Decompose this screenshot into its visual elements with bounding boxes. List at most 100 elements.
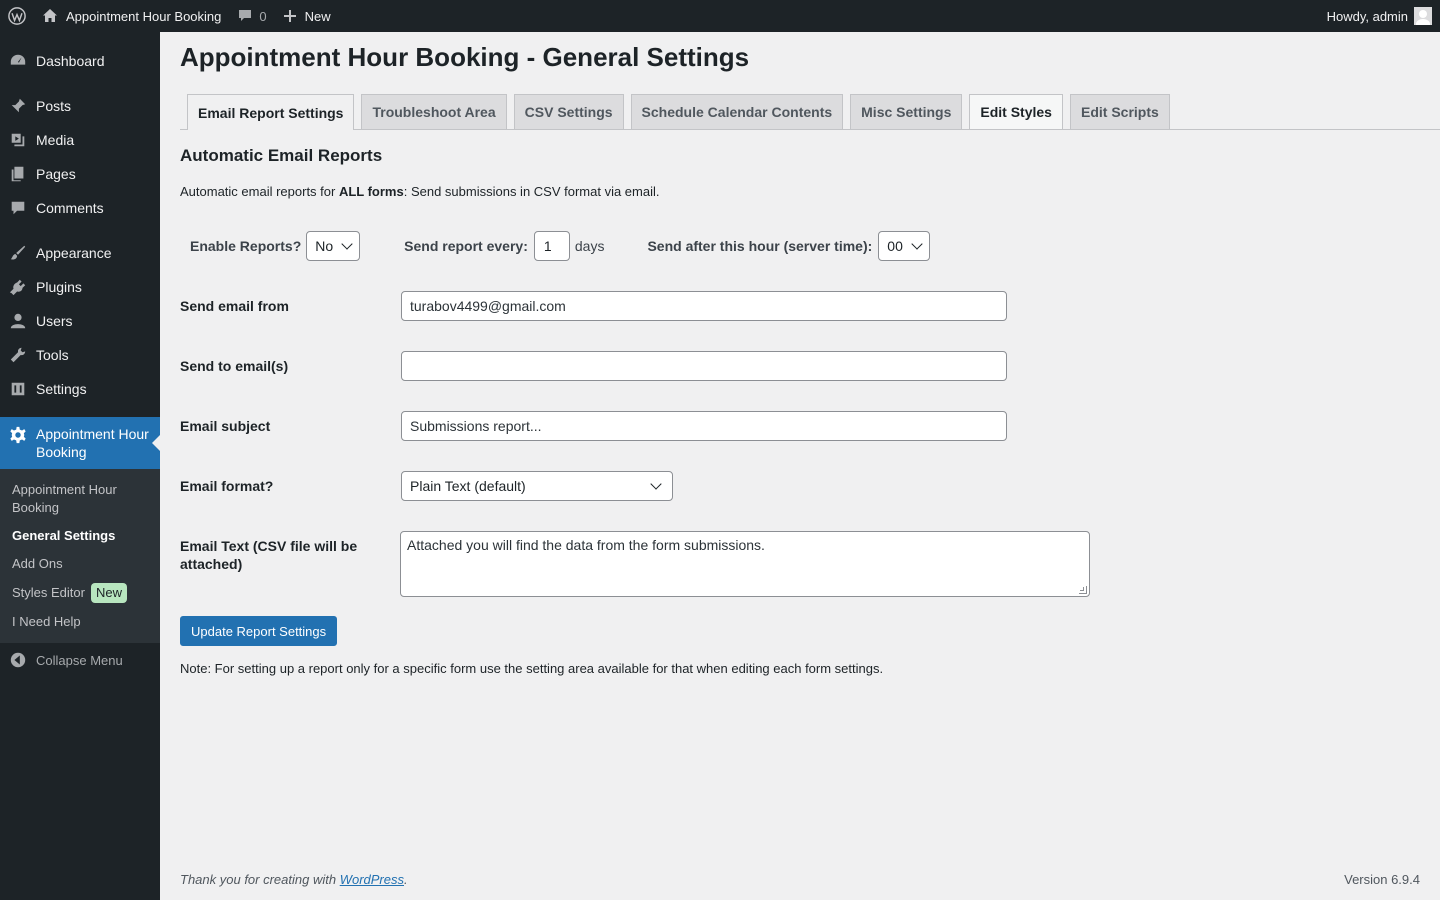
submenu-item[interactable]: Add Ons [0,550,160,578]
chevron-down-icon [650,478,662,490]
new-badge: New [90,583,127,603]
comment-icon [8,198,28,218]
avatar [1414,7,1432,25]
wrench-icon [8,345,28,365]
submenu-label: Add Ons [12,556,63,571]
menu-pages[interactable]: Pages [0,157,160,191]
menu-label: Users [36,313,73,329]
menu-label: Pages [36,166,76,182]
select-value: Plain Text (default) [410,478,526,494]
footer-suffix: . [404,872,408,887]
menu-media[interactable]: Media [0,123,160,157]
submenu-label: I Need Help [12,614,81,629]
menu-posts[interactable]: Posts [0,89,160,123]
menu-settings[interactable]: Settings [0,372,160,406]
report-days-input[interactable]: 1 [533,231,570,261]
send-from-label: Send email from [180,298,289,314]
desc-bold: ALL forms [338,184,404,199]
submenu-label: Styles Editor [12,585,85,600]
wordpress-logo-icon[interactable] [0,0,34,32]
page-title: Appointment Hour Booking - General Setti… [180,42,750,72]
submenu-item[interactable]: Appointment Hour Booking [0,476,150,522]
menu-comments[interactable]: Comments [0,191,160,225]
footer-thanks: Thank you for creating with WordPress. [180,872,408,887]
new-content-link[interactable]: New [275,0,339,32]
collapse-icon [8,650,28,670]
report-schedule-row: Enable Reports? No Send report every: 1 … [190,231,930,261]
section-description: Automatic email reports for ALL forms: S… [180,184,660,199]
menu-label: Media [36,132,75,148]
tab-edit-styles[interactable]: Edit Styles [969,94,1063,129]
days-unit: days [574,238,605,254]
pages-icon [8,164,28,184]
textarea-value: Attached you will find the data from the… [407,537,765,553]
email-text-label: Email Text (CSV file will be attached) [180,538,358,572]
submenu-item[interactable]: Styles Editor New [0,578,160,608]
submenu-item-current[interactable]: General Settings [0,522,160,550]
email-format-label: Email format? [180,478,274,494]
menu-label: Plugins [36,279,82,295]
admin-sidebar: Dashboard Posts Media Pages Comments App… [0,32,160,900]
comment-bubble-icon [237,8,253,24]
send-from-input[interactable]: turabov4499@gmail.com [401,291,1007,321]
submenu: Appointment Hour Booking General Setting… [0,469,160,643]
collapse-menu-button[interactable]: Collapse Menu [0,643,160,677]
email-subject-label: Email subject [180,418,271,434]
tab-troubleshoot-area[interactable]: Troubleshoot Area [361,94,507,129]
menu-users[interactable]: Users [0,304,160,338]
menu-label: Appointment Hour Booking [36,426,149,460]
settings-icon [8,379,28,399]
collapse-label: Collapse Menu [36,652,123,668]
desc-prefix: Automatic email reports for [180,184,339,199]
email-subject-input[interactable]: Submissions report... [401,411,1007,441]
tab-email-report-settings[interactable]: Email Report Settings [187,94,355,130]
menu-label: Appearance [36,245,112,261]
comments-link[interactable]: 0 [229,0,274,32]
dashboard-icon [8,51,28,71]
update-report-settings-button[interactable]: Update Report Settings [180,616,338,646]
media-icon [8,130,28,150]
menu-label: Dashboard [36,53,105,69]
send-every-label: Send report every: [404,238,528,254]
menu-tools[interactable]: Tools [0,338,160,372]
admin-bar: Appointment Hour Booking 0 New Howdy, ad… [0,0,1440,32]
resize-handle-icon[interactable] [1079,586,1087,594]
site-name-link[interactable]: Appointment Hour Booking [34,0,229,32]
menu-dashboard[interactable]: Dashboard [0,44,160,78]
howdy-text: Howdy, admin [1326,8,1408,24]
note-text: Note: For setting up a report only for a… [180,661,884,676]
tab-misc-settings[interactable]: Misc Settings [850,94,963,129]
plugin-icon [8,277,28,297]
menu-appearance[interactable]: Appearance [0,236,160,270]
main-content: Appointment Hour Booking - General Setti… [160,32,1440,900]
send-hour-label: Send after this hour (server time): [647,238,873,254]
tab-schedule-calendar-contents[interactable]: Schedule Calendar Contents [630,94,844,129]
tab-csv-settings[interactable]: CSV Settings [513,94,624,129]
section-title: Automatic Email Reports [180,146,383,165]
send-to-input[interactable] [401,351,1007,381]
user-icon [8,311,28,331]
menu-label: Posts [36,98,72,114]
submenu-item[interactable]: I Need Help [0,608,160,636]
gear-icon [8,425,28,445]
email-format-select[interactable]: Plain Text (default) [401,471,673,501]
chevron-down-icon [911,238,923,250]
comments-count: 0 [259,8,267,24]
send-hour-select[interactable]: 00 [878,231,930,261]
settings-tabs: Email Report Settings Troubleshoot Area … [180,94,1440,130]
enable-reports-select[interactable]: No [306,231,361,261]
menu-appointment-hour-booking[interactable]: Appointment Hour Booking [0,417,160,469]
desc-suffix: : Send submissions in CSV format via ema… [403,184,660,199]
send-to-label: Send to email(s) [180,358,289,374]
pin-icon [8,96,28,116]
brush-icon [8,243,28,263]
menu-label: Settings [36,381,87,397]
account-menu[interactable]: Howdy, admin [1319,0,1432,32]
version-text: Version 6.9.4 [1344,872,1420,887]
email-text-textarea[interactable]: Attached you will find the data from the… [400,531,1090,597]
menu-plugins[interactable]: Plugins [0,270,160,304]
select-value: No [315,238,334,254]
tab-edit-scripts[interactable]: Edit Scripts [1069,94,1170,129]
home-icon [42,8,58,24]
wordpress-link[interactable]: WordPress [340,872,404,887]
